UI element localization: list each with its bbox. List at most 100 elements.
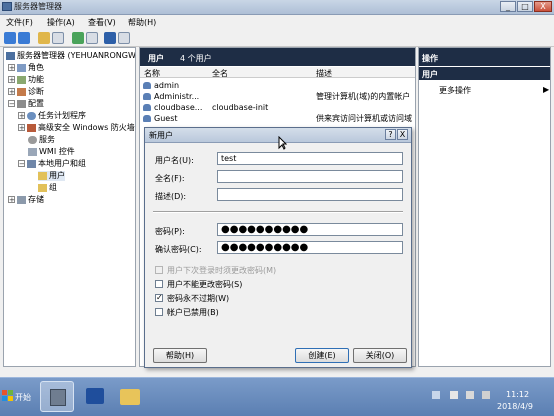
actions-subheader[interactable]: 用户 xyxy=(419,67,550,80)
menu-action[interactable]: 操作(A) xyxy=(47,17,75,28)
fullname-label: 全名(F): xyxy=(155,174,185,183)
help-icon[interactable]: ? xyxy=(385,129,396,140)
table-row[interactable]: cloudbase... cloudbase-init xyxy=(140,102,415,113)
volume-icon[interactable] xyxy=(482,391,490,399)
more-actions-link[interactable]: 更多操作 xyxy=(439,85,471,96)
help-button[interactable]: 帮助(H) xyxy=(153,348,207,363)
user-icon xyxy=(143,115,151,122)
table-row[interactable]: admin xyxy=(140,80,415,91)
tree-item-wmi[interactable]: WMI 控件 xyxy=(28,147,75,157)
title-bar[interactable]: 服务器管理器 _ □ X xyxy=(0,0,554,15)
users-count: 4 个用户 xyxy=(180,54,212,63)
username-input[interactable]: test xyxy=(217,152,403,165)
column-headers: 名称 全名 描述 xyxy=(140,67,415,78)
folder-icon xyxy=(38,171,47,180)
new-user-dialog: 新用户 ? X 用户名(U): test 全名(F): 描述(D): 密码(P)… xyxy=(144,127,412,368)
server-manager-icon xyxy=(2,2,12,11)
password-label: 密码(P): xyxy=(155,227,185,236)
password-never-expires-checkbox[interactable]: ✓ xyxy=(155,294,163,302)
user-icon xyxy=(143,104,151,111)
up-folder-icon[interactable] xyxy=(38,32,50,44)
network-icon[interactable] xyxy=(466,391,474,399)
wmi-icon xyxy=(28,147,37,156)
users-pane-header: 用户 4 个用户 xyxy=(140,48,415,66)
cannot-change-password-label: 用户不能更改密码(S) xyxy=(167,280,243,289)
taskbar-powershell[interactable] xyxy=(78,381,112,412)
users-pane-title: 用户 xyxy=(148,54,164,63)
start-label: 开始 xyxy=(15,393,31,402)
export-list-icon[interactable] xyxy=(86,32,98,44)
clock-date[interactable]: 2018/4/9 xyxy=(497,402,533,411)
user-icon xyxy=(143,82,151,89)
forward-icon[interactable] xyxy=(18,32,30,44)
taskbar-explorer[interactable] xyxy=(112,381,146,412)
chevron-right-icon[interactable]: ▶ xyxy=(543,85,549,94)
clock-time[interactable]: 11:12 xyxy=(506,390,529,399)
windows-logo-icon xyxy=(2,390,13,401)
tree-item-groups[interactable]: 组 xyxy=(38,183,57,193)
menu-file[interactable]: 文件(F) xyxy=(6,17,33,28)
tree-root[interactable]: 服务器管理器 (YEHUANRONGWING xyxy=(6,51,135,61)
account-disabled-label: 帐户已禁用(B) xyxy=(167,308,219,317)
minimize-button[interactable]: _ xyxy=(500,1,516,12)
tree-item-services[interactable]: 服务 xyxy=(28,135,55,145)
expand-icon[interactable]: + xyxy=(8,64,15,72)
fullname-input[interactable] xyxy=(217,170,403,183)
tree-item-firewall[interactable]: + 高级安全 Windows 防火墙 xyxy=(18,123,135,133)
taskbar-server-manager[interactable] xyxy=(40,381,74,412)
tree-item-local-users-groups[interactable]: − 本地用户和组 xyxy=(18,159,86,169)
column-fullname[interactable]: 全名 xyxy=(212,68,228,79)
close-button[interactable]: X xyxy=(534,1,552,12)
flag-icon[interactable] xyxy=(450,391,458,399)
column-name[interactable]: 名称 xyxy=(144,68,160,79)
expand-icon[interactable]: + xyxy=(8,88,15,96)
column-description[interactable]: 描述 xyxy=(316,68,332,79)
collapse-icon[interactable]: − xyxy=(8,100,15,108)
refresh-icon[interactable] xyxy=(72,32,84,44)
keyboard-icon[interactable] xyxy=(432,391,440,399)
tree-item-features[interactable]: + 功能 xyxy=(8,75,44,85)
tree-item-storage[interactable]: + 存储 xyxy=(8,195,44,205)
show-tree-icon[interactable] xyxy=(52,32,64,44)
expand-icon[interactable]: + xyxy=(18,112,25,120)
collapse-icon[interactable]: − xyxy=(18,160,25,168)
expand-icon[interactable]: + xyxy=(8,196,15,204)
users-group-icon xyxy=(27,159,36,168)
taskbar: 开始 11:12 2018/4/9 xyxy=(0,377,554,416)
description-input[interactable] xyxy=(217,188,403,201)
folder-icon xyxy=(120,389,140,405)
table-row[interactable]: Administr... 管理计算机(域)的内置帐户 xyxy=(140,91,415,102)
maximize-button[interactable]: □ xyxy=(517,1,533,12)
expand-icon[interactable]: + xyxy=(8,76,15,84)
dialog-title: 新用户 xyxy=(149,131,173,140)
account-disabled-checkbox[interactable] xyxy=(155,308,163,316)
must-change-password-checkbox[interactable] xyxy=(155,266,163,274)
back-icon[interactable] xyxy=(4,32,16,44)
tree-item-task-scheduler[interactable]: + 任务计划程序 xyxy=(18,111,86,121)
menu-view[interactable]: 查看(V) xyxy=(88,17,116,28)
tree-item-configuration[interactable]: − 配置 xyxy=(8,99,44,109)
help-icon[interactable] xyxy=(104,32,116,44)
close-button[interactable]: 关闭(O) xyxy=(353,348,407,363)
tree-item-roles[interactable]: + 角色 xyxy=(8,63,44,73)
cannot-change-password-checkbox[interactable] xyxy=(155,280,163,288)
server-icon xyxy=(6,51,15,60)
close-icon[interactable]: X xyxy=(397,129,408,140)
confirm-password-input[interactable]: ●●●●●●●●●● xyxy=(217,241,403,254)
tree-item-diagnostics[interactable]: + 诊断 xyxy=(8,87,44,97)
expand-icon[interactable]: + xyxy=(18,124,25,132)
system-tray xyxy=(432,378,554,416)
start-button[interactable]: 开始 xyxy=(2,383,36,411)
actions-pane: 操作 用户 更多操作 ▶ xyxy=(418,47,551,367)
create-button[interactable]: 创建(E) xyxy=(295,348,349,363)
roles-icon xyxy=(17,63,26,72)
toolbar xyxy=(0,30,554,47)
password-input[interactable]: ●●●●●●●●●● xyxy=(217,223,403,236)
tree-item-users[interactable]: 用户 xyxy=(38,171,65,181)
mouse-cursor-icon xyxy=(278,136,287,150)
description-label: 描述(D): xyxy=(155,192,187,201)
menu-help[interactable]: 帮助(H) xyxy=(128,17,156,28)
table-row[interactable]: Guest 供来宾访问计算机或访问域 xyxy=(140,113,415,124)
diagnostics-icon xyxy=(17,87,26,96)
properties-icon[interactable] xyxy=(118,32,130,44)
